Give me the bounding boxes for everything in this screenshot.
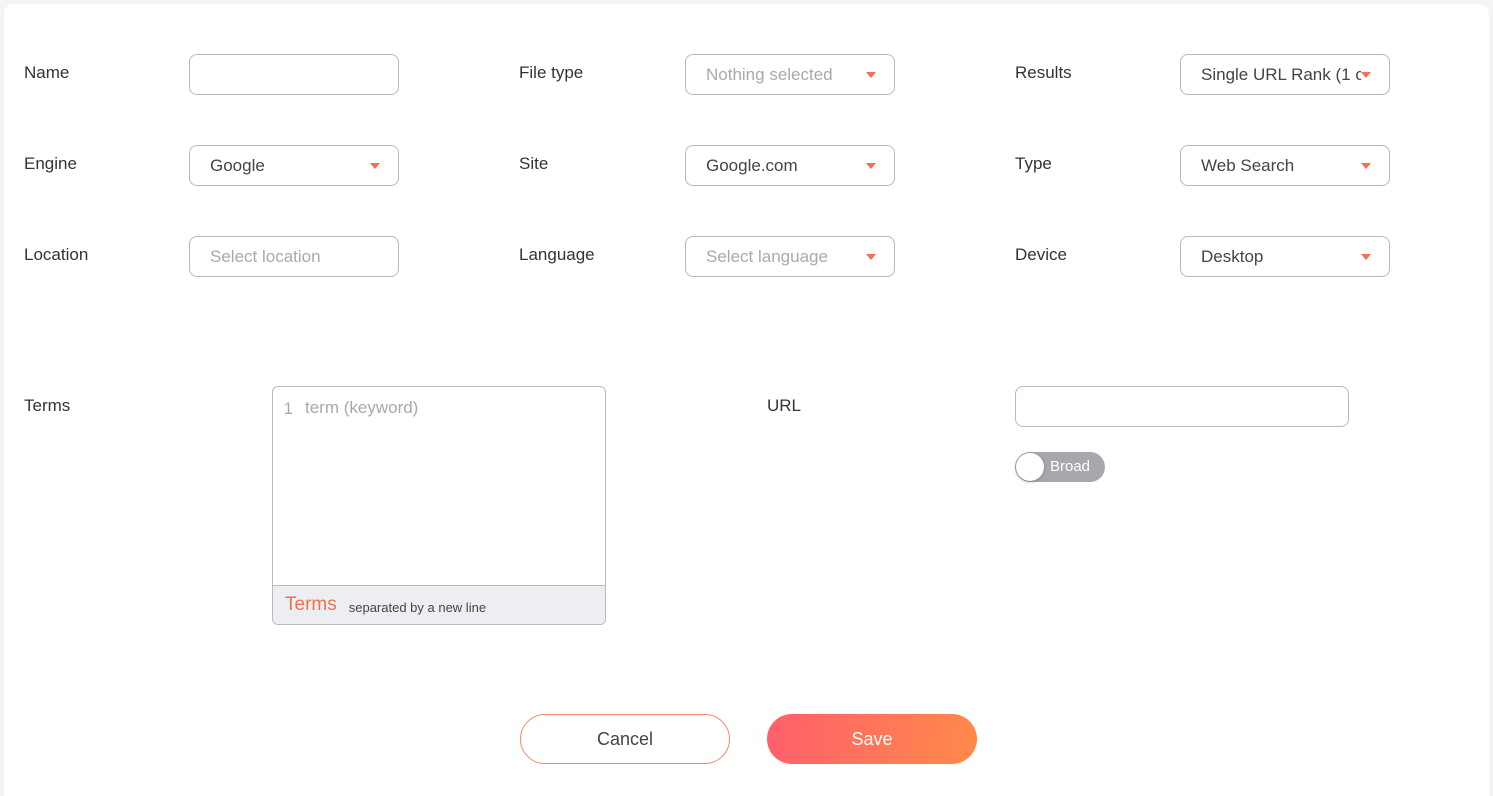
type-value: Web Search (1201, 155, 1295, 175)
form-card: Name File type Nothing selected Results … (4, 4, 1489, 796)
file-type-select[interactable]: Nothing selected (685, 54, 895, 95)
name-field[interactable] (189, 54, 399, 95)
caret-down-icon (866, 163, 876, 169)
site-label: Site (519, 154, 549, 173)
terms-textarea[interactable] (305, 397, 605, 585)
results-value: Single URL Rank (1 c (1201, 64, 1361, 84)
site-select[interactable]: Google.com (685, 145, 895, 186)
language-select[interactable]: Select language (685, 236, 895, 277)
file-type-value: Nothing selected (706, 64, 833, 84)
language-value: Select language (706, 246, 828, 266)
terms-label: Terms (24, 396, 71, 415)
caret-down-icon (866, 254, 876, 260)
device-label: Device (1015, 245, 1067, 264)
name-label: Name (24, 63, 70, 82)
caret-down-icon (1361, 72, 1371, 78)
toggle-knob (1016, 453, 1044, 481)
location-label: Location (24, 245, 89, 264)
cancel-button[interactable]: Cancel (520, 714, 730, 764)
type-label: Type (1015, 154, 1052, 173)
results-label: Results (1015, 63, 1072, 82)
terms-editor-body: 1 (273, 387, 605, 585)
file-type-label: File type (519, 63, 584, 82)
broad-toggle[interactable]: Broad (1015, 452, 1105, 482)
terms-footer-title: Terms (285, 594, 337, 615)
results-select[interactable]: Single URL Rank (1 c (1180, 54, 1390, 95)
line-number: 1 (283, 399, 293, 418)
terms-footer: Terms separated by a new line (273, 585, 605, 624)
terms-editor: 1 Terms separated by a new line (272, 386, 606, 625)
engine-label: Engine (24, 154, 77, 173)
type-select[interactable]: Web Search (1180, 145, 1390, 186)
location-input[interactable] (210, 246, 370, 267)
engine-value: Google (210, 155, 265, 175)
location-field[interactable] (189, 236, 399, 277)
site-value: Google.com (706, 155, 798, 175)
broad-toggle-label: Broad (1050, 458, 1091, 475)
device-value: Desktop (1201, 246, 1264, 266)
language-label: Language (519, 245, 595, 264)
engine-select[interactable]: Google (189, 145, 399, 186)
name-input[interactable] (210, 64, 370, 85)
url-input[interactable] (1030, 396, 1334, 417)
url-label: URL (767, 396, 802, 415)
url-field[interactable] (1015, 386, 1349, 427)
save-button[interactable]: Save (767, 714, 977, 764)
caret-down-icon (866, 72, 876, 78)
caret-down-icon (1361, 163, 1371, 169)
caret-down-icon (370, 163, 380, 169)
device-select[interactable]: Desktop (1180, 236, 1390, 277)
caret-down-icon (1361, 254, 1371, 260)
terms-footer-hint: separated by a new line (348, 599, 487, 615)
